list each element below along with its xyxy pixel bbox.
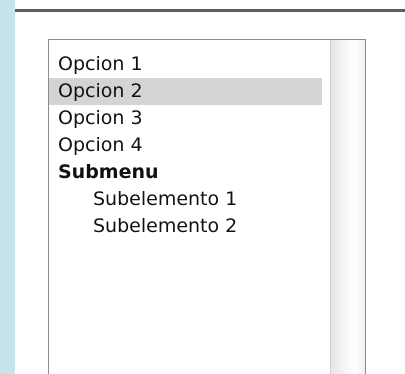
- list-item-opcion-4[interactable]: Opcion 4: [49, 132, 322, 159]
- list-item-opcion-3[interactable]: Opcion 3: [49, 105, 322, 132]
- list-item-opcion-1[interactable]: Opcion 1: [49, 51, 322, 78]
- option-list: Opcion 1 Opcion 2 Opcion 3 Opcion 4 Subm…: [49, 51, 322, 240]
- list-item-subelemento-1[interactable]: Subelemento 1: [49, 186, 322, 213]
- scrollbar-track[interactable]: [330, 40, 365, 374]
- list-item-subelemento-2[interactable]: Subelemento 2: [49, 213, 322, 240]
- select-listbox[interactable]: Opcion 1 Opcion 2 Opcion 3 Opcion 4 Subm…: [48, 39, 366, 374]
- top-divider: [15, 9, 405, 12]
- content-panel: Opcion 1 Opcion 2 Opcion 3 Opcion 4 Subm…: [15, 0, 405, 374]
- list-item-opcion-2[interactable]: Opcion 2: [49, 78, 322, 105]
- optgroup-label-submenu: Submenu: [58, 161, 159, 183]
